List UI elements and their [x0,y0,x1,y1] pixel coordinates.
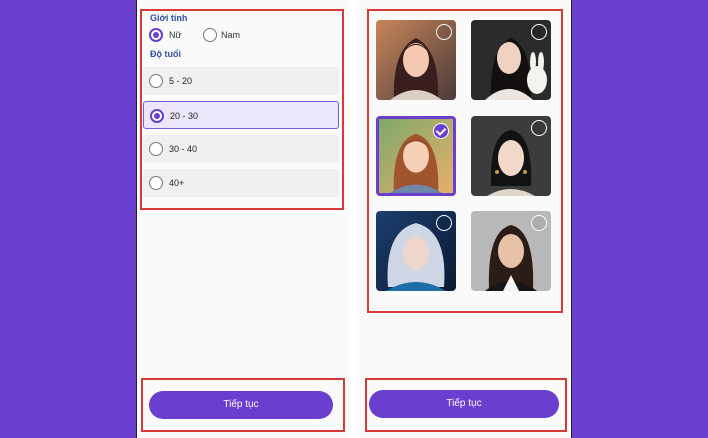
radio-female[interactable] [149,28,163,42]
select-check-icon[interactable] [531,24,547,40]
gender-option-male[interactable]: Nam [203,27,263,43]
portrait-tile-5[interactable] [376,211,456,291]
gender-label: Giới tính [150,13,188,23]
radio-male[interactable] [203,28,217,42]
select-check-icon[interactable] [436,215,452,231]
portrait-tile-6[interactable] [471,211,551,291]
portrait-tile-4[interactable] [471,116,551,196]
portrait-tile-2[interactable] [471,20,551,100]
radio-age-20-30[interactable] [150,109,164,123]
radio-age-30-40[interactable] [149,142,163,156]
select-check-icon[interactable] [531,215,547,231]
age-option-40-plus[interactable]: 40+ [143,169,339,197]
age-option-label: 5 - 20 [169,76,193,86]
continue-button-right[interactable]: Tiếp tục [369,390,559,418]
portrait-tile-3[interactable] [376,116,456,196]
portrait-tile-1[interactable] [376,20,456,100]
age-label: Độ tuổi [150,49,181,59]
left-panel: Giới tính Nữ Nam Độ tuổi 5 - 20 20 - 30 … [137,0,349,438]
gender-male-label: Nam [221,30,241,40]
continue-button-left[interactable]: Tiếp tục [149,391,333,419]
gender-option-female[interactable]: Nữ [149,27,199,43]
age-option-30-40[interactable]: 30 - 40 [143,135,339,163]
radio-age-5-20[interactable] [149,74,163,88]
select-check-icon[interactable] [433,123,449,139]
select-check-icon[interactable] [531,120,547,136]
age-option-20-30[interactable]: 20 - 30 [143,101,339,129]
age-option-5-20[interactable]: 5 - 20 [143,67,339,95]
app-frame: Giới tính Nữ Nam Độ tuổi 5 - 20 20 - 30 … [136,0,572,438]
gender-female-label: Nữ [169,30,182,40]
age-option-label: 40+ [169,178,185,188]
right-panel: Tiếp tục [357,0,571,438]
select-check-icon[interactable] [436,24,452,40]
radio-age-40-plus[interactable] [149,176,163,190]
age-option-label: 30 - 40 [169,144,198,154]
age-option-label: 20 - 30 [170,111,199,121]
